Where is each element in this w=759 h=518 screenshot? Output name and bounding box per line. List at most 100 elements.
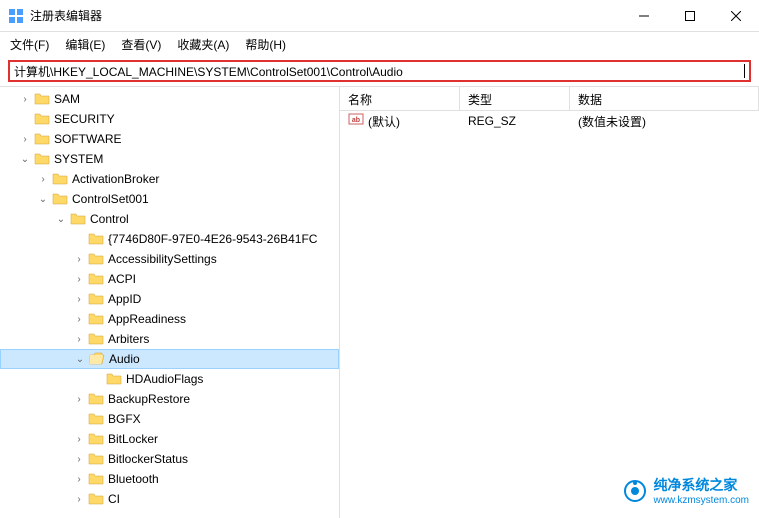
column-header-name[interactable]: 名称: [340, 87, 460, 110]
tree-item[interactable]: ›Arbiters: [0, 329, 339, 349]
tree-item[interactable]: › AppReadiness: [0, 309, 339, 329]
tree-item[interactable]: SECURITY: [0, 109, 339, 129]
watermark-text-group: 纯净系统之家 www.kzmsystem.com: [653, 475, 749, 506]
menubar: 文件(F) 编辑(E) 查看(V) 收藏夹(A) 帮助(H): [0, 32, 759, 56]
tree-item[interactable]: ⌄Control: [0, 209, 339, 229]
address-input[interactable]: 计算机\HKEY_LOCAL_MACHINE\SYSTEM\ControlSet…: [8, 60, 751, 82]
tree-item[interactable]: › ACPI: [0, 269, 339, 289]
folder-icon: [70, 212, 86, 226]
menu-edit[interactable]: 编辑(E): [59, 34, 111, 55]
folder-icon: [89, 352, 105, 366]
folder-icon: [52, 172, 68, 186]
tree-item-label: Audio: [109, 352, 140, 366]
menu-view[interactable]: 查看(V): [115, 34, 167, 55]
column-header-data[interactable]: 数据: [570, 87, 759, 110]
watermark-logo-icon: [623, 479, 647, 503]
tree-item-label: HDAudioFlags: [126, 372, 203, 386]
tree-item-label: SYSTEM: [54, 152, 103, 166]
tree-item[interactable]: › AccessibilitySettings: [0, 249, 339, 269]
cell-name: ab(默认): [340, 112, 460, 130]
expander-icon[interactable]: ⌄: [54, 212, 68, 226]
tree-item-label: SECURITY: [54, 112, 115, 126]
expander-icon[interactable]: ⌄: [73, 352, 87, 366]
tree-item[interactable]: › BitLocker: [0, 429, 339, 449]
list-panel[interactable]: 名称 类型 数据 ab(默认)REG_SZ(数值未设置): [340, 87, 759, 518]
tree-item[interactable]: ›BitlockerStatus: [0, 449, 339, 469]
tree-item[interactable]: ⌄ ControlSet001: [0, 189, 339, 209]
tree-item-label: AppReadiness: [108, 312, 186, 326]
maximize-button[interactable]: [667, 0, 713, 31]
watermark: 纯净系统之家 www.kzmsystem.com: [623, 475, 749, 506]
tree-item[interactable]: › ActivationBroker: [0, 169, 339, 189]
tree-item[interactable]: {7746D80F-97E0-4E26-9543-26B41FC: [0, 229, 339, 249]
menu-file[interactable]: 文件(F): [4, 34, 55, 55]
tree-item-label: BackupRestore: [108, 392, 190, 406]
window-title: 注册表编辑器: [30, 7, 621, 24]
expander-icon[interactable]: ›: [72, 452, 86, 466]
expander-icon[interactable]: ›: [72, 332, 86, 346]
list-body: ab(默认)REG_SZ(数值未设置): [340, 111, 759, 131]
tree-item[interactable]: › BackupRestore: [0, 389, 339, 409]
tree-item[interactable]: ⌄ Audio: [0, 349, 339, 369]
string-value-icon: ab: [348, 112, 364, 126]
folder-icon: [88, 432, 104, 446]
list-row[interactable]: ab(默认)REG_SZ(数值未设置): [340, 111, 759, 131]
tree-item[interactable]: ›AppID: [0, 289, 339, 309]
expander-icon[interactable]: ⌄: [18, 152, 32, 166]
tree-item[interactable]: HDAudioFlags: [0, 369, 339, 389]
expander-icon[interactable]: [18, 112, 32, 126]
expander-icon[interactable]: ⌄: [36, 192, 50, 206]
expander-icon[interactable]: ›: [72, 272, 86, 286]
tree-item[interactable]: ›SAM: [0, 89, 339, 109]
expander-icon[interactable]: ›: [72, 292, 86, 306]
tree-item-label: CI: [108, 492, 120, 506]
expander-icon[interactable]: ›: [72, 472, 86, 486]
folder-icon: [88, 452, 104, 466]
expander-icon[interactable]: [72, 232, 86, 246]
tree-panel[interactable]: ›SAM SECURITY ›SOFTWARE ⌄ SYSTEM › ActivationB…: [0, 87, 340, 518]
folder-icon: [88, 392, 104, 406]
tree-item[interactable]: › Bluetooth: [0, 469, 339, 489]
app-icon: [8, 8, 24, 24]
folder-icon: [88, 472, 104, 486]
tree-item-label: ControlSet001: [72, 192, 149, 206]
content-area: ›SAM SECURITY ›SOFTWARE ⌄ SYSTEM › ActivationB…: [0, 86, 759, 518]
folder-icon: [34, 132, 50, 146]
cell-type: REG_SZ: [460, 114, 570, 128]
tree-item-label: BitLocker: [108, 432, 158, 446]
expander-icon[interactable]: ›: [18, 132, 32, 146]
minimize-button[interactable]: [621, 0, 667, 31]
tree-item-label: BGFX: [108, 412, 141, 426]
titlebar: 注册表编辑器: [0, 0, 759, 32]
tree-item[interactable]: › CI: [0, 489, 339, 509]
expander-icon[interactable]: ›: [72, 492, 86, 506]
folder-icon: [88, 272, 104, 286]
menu-help[interactable]: 帮助(H): [239, 34, 292, 55]
column-header-type[interactable]: 类型: [460, 87, 570, 110]
folder-icon: [34, 92, 50, 106]
expander-icon[interactable]: ›: [72, 432, 86, 446]
expander-icon[interactable]: ›: [72, 312, 86, 326]
folder-icon: [88, 312, 104, 326]
cell-data: (数值未设置): [570, 113, 759, 130]
folder-icon: [52, 192, 68, 206]
expander-icon[interactable]: ›: [72, 392, 86, 406]
tree-item[interactable]: ›SOFTWARE: [0, 129, 339, 149]
folder-icon: [106, 372, 122, 386]
menu-favorites[interactable]: 收藏夹(A): [171, 34, 235, 55]
expander-icon[interactable]: ›: [72, 252, 86, 266]
watermark-brand: 纯净系统之家: [653, 475, 749, 495]
expander-icon[interactable]: ›: [18, 92, 32, 106]
tree-item-label: ActivationBroker: [72, 172, 159, 186]
expander-icon[interactable]: [72, 412, 86, 426]
watermark-url: www.kzmsystem.com: [653, 495, 749, 506]
tree-item-label: ACPI: [108, 272, 136, 286]
tree-item[interactable]: ⌄ SYSTEM: [0, 149, 339, 169]
tree-item-label: AccessibilitySettings: [108, 252, 217, 266]
expander-icon[interactable]: ›: [36, 172, 50, 186]
close-button[interactable]: [713, 0, 759, 31]
folder-icon: [88, 232, 104, 246]
tree-item[interactable]: BGFX: [0, 409, 339, 429]
tree-item-label: Bluetooth: [108, 472, 159, 486]
expander-icon[interactable]: [90, 372, 104, 386]
